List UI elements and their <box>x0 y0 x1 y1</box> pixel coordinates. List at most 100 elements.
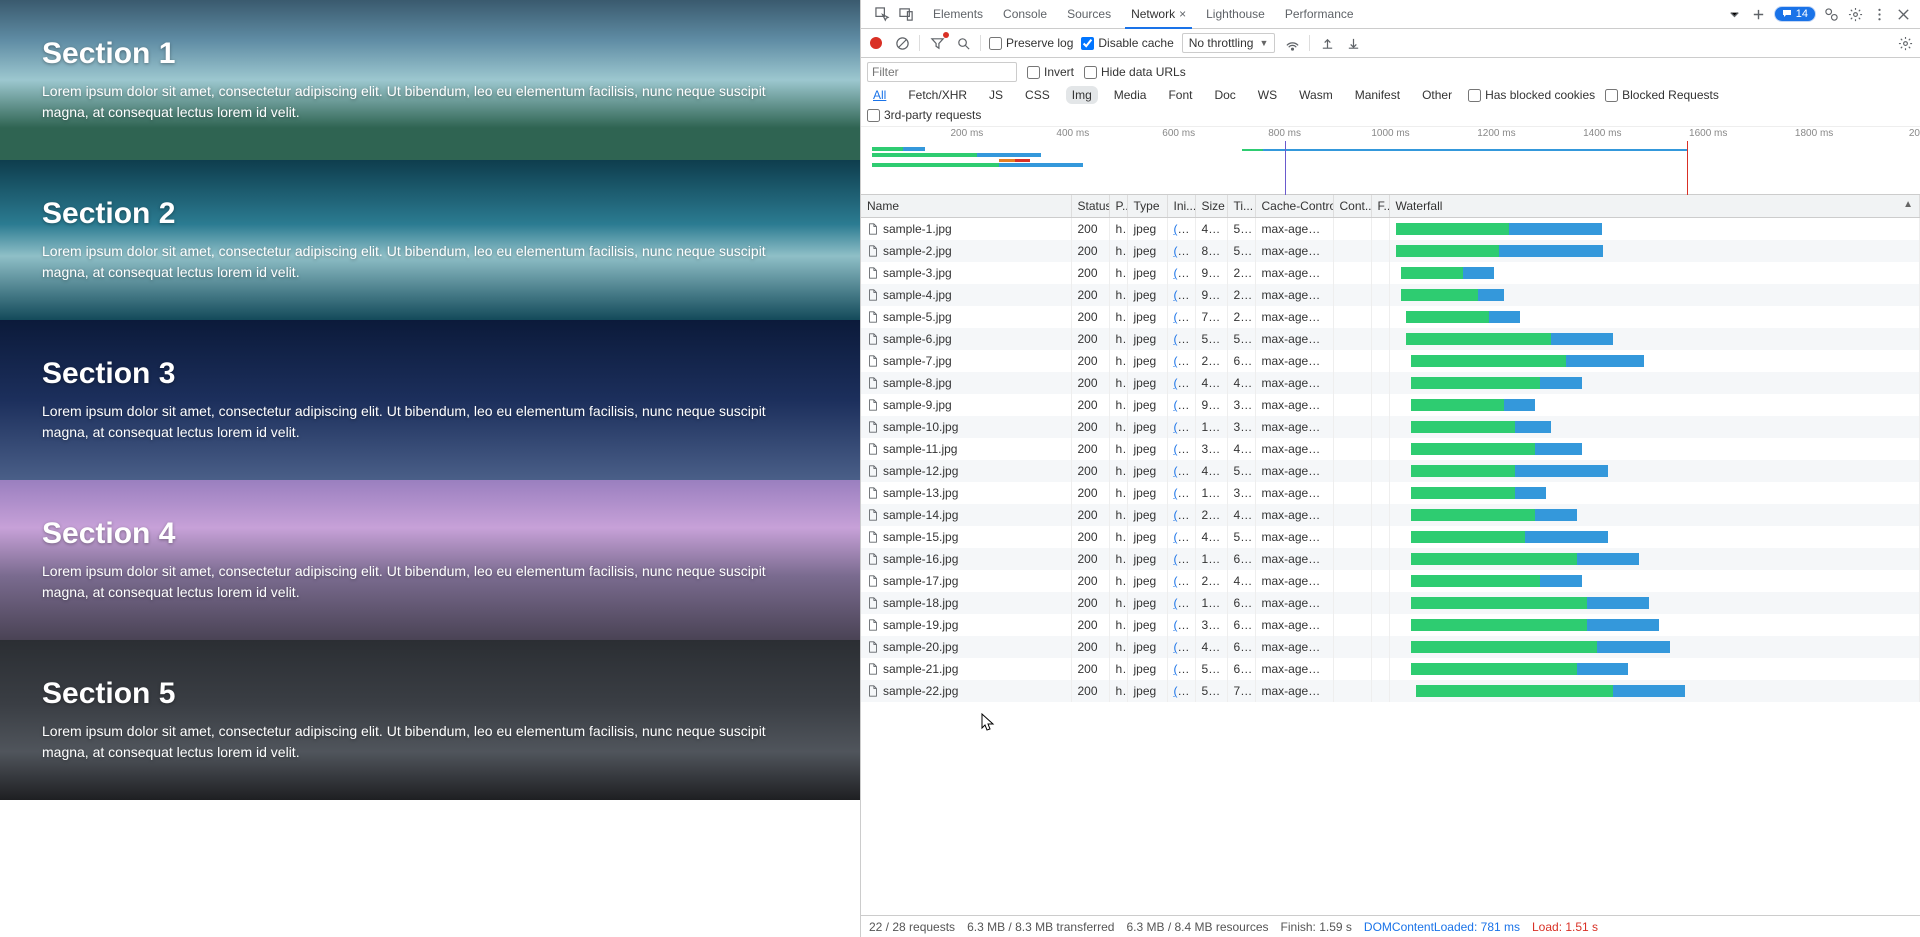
tab-lighthouse[interactable]: Lighthouse <box>1196 0 1275 28</box>
invert-checkbox[interactable]: Invert <box>1027 65 1074 79</box>
column-header[interactable]: Name <box>861 195 1071 218</box>
filter-pill-other[interactable]: Other <box>1416 86 1458 104</box>
kebab-menu-icon[interactable] <box>1870 5 1888 23</box>
request-row[interactable]: sample-6.jpg200h...jpeg(i...59...56...ma… <box>861 328 1920 350</box>
network-settings-icon[interactable] <box>1896 34 1914 52</box>
request-row[interactable]: sample-9.jpg200h...jpeg(i...92...30...ma… <box>861 394 1920 416</box>
request-row[interactable]: sample-7.jpg200h...jpeg(i...20...62...ma… <box>861 350 1920 372</box>
initiator-link[interactable]: (i... <box>1174 574 1191 588</box>
filter-toggle-icon[interactable] <box>928 34 946 52</box>
initiator-link[interactable]: (i... <box>1174 486 1191 500</box>
column-header[interactable]: Ini... <box>1167 195 1195 218</box>
request-row[interactable]: sample-17.jpg200h...jpeg(i...26...45...m… <box>861 570 1920 592</box>
initiator-link[interactable]: (i... <box>1174 244 1191 258</box>
column-header[interactable]: Cache-Control <box>1255 195 1333 218</box>
request-row[interactable]: sample-5.jpg200h...jpeg(i...76...26...ma… <box>861 306 1920 328</box>
search-icon[interactable] <box>954 34 972 52</box>
column-header[interactable]: P... <box>1109 195 1127 218</box>
export-har-icon[interactable] <box>1344 34 1362 52</box>
initiator-link[interactable]: (i... <box>1174 288 1191 302</box>
inspect-element-icon[interactable] <box>873 5 891 23</box>
clear-button[interactable] <box>893 34 911 52</box>
new-tab-icon[interactable] <box>1750 5 1768 23</box>
import-har-icon[interactable] <box>1318 34 1336 52</box>
disable-cache-checkbox[interactable]: Disable cache <box>1081 36 1173 50</box>
initiator-link[interactable]: (i... <box>1174 552 1191 566</box>
request-row[interactable]: sample-21.jpg200h...jpeg(i...51...60...m… <box>861 658 1920 680</box>
tab-console[interactable]: Console <box>993 0 1057 28</box>
column-header[interactable]: Waterfall▲ <box>1389 195 1920 218</box>
request-row[interactable]: sample-3.jpg200h...jpeg(i...90...26...ma… <box>861 262 1920 284</box>
filter-pill-js[interactable]: JS <box>983 86 1009 104</box>
preserve-log-checkbox[interactable]: Preserve log <box>989 36 1073 50</box>
filter-pill-ws[interactable]: WS <box>1252 86 1283 104</box>
tab-elements[interactable]: Elements <box>923 0 993 28</box>
tab-sources[interactable]: Sources <box>1057 0 1121 28</box>
initiator-link[interactable]: (i... <box>1174 464 1191 478</box>
column-header[interactable]: F... <box>1371 195 1389 218</box>
overlay-config-icon[interactable] <box>1822 5 1840 23</box>
initiator-link[interactable]: (i... <box>1174 332 1191 346</box>
column-header[interactable]: Type <box>1127 195 1167 218</box>
page-preview[interactable]: Section 1Lorem ipsum dolor sit amet, con… <box>0 0 860 937</box>
throttling-select[interactable]: No throttling▼ <box>1182 33 1276 53</box>
request-row[interactable]: sample-1.jpg200h...jpeg(i...40...54...ma… <box>861 218 1920 241</box>
network-overview[interactable]: 200 ms400 ms600 ms800 ms1000 ms1200 ms14… <box>861 127 1920 195</box>
request-row[interactable]: sample-12.jpg200h...jpeg(i...47...54...m… <box>861 460 1920 482</box>
initiator-link[interactable]: (i... <box>1174 310 1191 324</box>
more-tabs-icon[interactable] <box>1726 5 1744 23</box>
filter-pill-font[interactable]: Font <box>1162 86 1198 104</box>
request-row[interactable]: sample-2.jpg200h...jpeg(i...87...54...ma… <box>861 240 1920 262</box>
initiator-link[interactable]: (i... <box>1174 662 1191 676</box>
initiator-link[interactable]: (i... <box>1174 618 1191 632</box>
request-row[interactable]: sample-22.jpg200h...jpeg(i...58...73...m… <box>861 680 1920 702</box>
column-header[interactable]: Size <box>1195 195 1227 218</box>
initiator-link[interactable]: (i... <box>1174 508 1191 522</box>
device-toggle-icon[interactable] <box>897 5 915 23</box>
column-header[interactable]: Status <box>1071 195 1109 218</box>
request-row[interactable]: sample-14.jpg200h...jpeg(i...25...44...m… <box>861 504 1920 526</box>
network-table[interactable]: NameStatusP...TypeIni...SizeTi...Cache-C… <box>861 195 1920 915</box>
network-conditions-icon[interactable] <box>1283 34 1301 52</box>
hide-data-urls-checkbox[interactable]: Hide data URLs <box>1084 65 1186 79</box>
filter-pill-fetchxhr[interactable]: Fetch/XHR <box>902 86 973 104</box>
filter-pill-all[interactable]: All <box>867 86 892 104</box>
initiator-link[interactable]: (i... <box>1174 684 1191 698</box>
initiator-link[interactable]: (i... <box>1174 398 1191 412</box>
request-row[interactable]: sample-15.jpg200h...jpeg(i...47...55...m… <box>861 526 1920 548</box>
request-row[interactable]: sample-10.jpg200h...jpeg(i...14...35...m… <box>861 416 1920 438</box>
filter-pill-doc[interactable]: Doc <box>1208 86 1241 104</box>
initiator-link[interactable]: (i... <box>1174 442 1191 456</box>
third-party-checkbox[interactable]: 3rd-party requests <box>867 108 981 122</box>
initiator-link[interactable]: (i... <box>1174 354 1191 368</box>
request-row[interactable]: sample-18.jpg200h...jpeg(i...19...64...m… <box>861 592 1920 614</box>
blocked-requests-checkbox[interactable]: Blocked Requests <box>1605 88 1719 102</box>
column-header[interactable]: Ti... <box>1227 195 1255 218</box>
request-row[interactable]: sample-4.jpg200h...jpeg(i...97...25...ma… <box>861 284 1920 306</box>
request-row[interactable]: sample-20.jpg200h...jpeg(i...45...69...m… <box>861 636 1920 658</box>
initiator-link[interactable]: (i... <box>1174 530 1191 544</box>
messages-badge[interactable]: 14 <box>1774 6 1816 22</box>
request-row[interactable]: sample-19.jpg200h...jpeg(i...38...67...m… <box>861 614 1920 636</box>
settings-icon[interactable] <box>1846 5 1864 23</box>
filter-pill-css[interactable]: CSS <box>1019 86 1056 104</box>
record-button[interactable] <box>867 34 885 52</box>
filter-input[interactable] <box>867 62 1017 82</box>
initiator-link[interactable]: (i... <box>1174 376 1191 390</box>
column-header[interactable]: Cont... <box>1333 195 1371 218</box>
filter-pill-img[interactable]: Img <box>1066 86 1098 104</box>
request-row[interactable]: sample-8.jpg200h...jpeg(i...41...44...ma… <box>861 372 1920 394</box>
initiator-link[interactable]: (i... <box>1174 420 1191 434</box>
filter-pill-wasm[interactable]: Wasm <box>1293 86 1339 104</box>
tab-performance[interactable]: Performance <box>1275 0 1364 28</box>
filter-pill-manifest[interactable]: Manifest <box>1349 86 1406 104</box>
request-row[interactable]: sample-11.jpg200h...jpeg(i...35...43...m… <box>861 438 1920 460</box>
initiator-link[interactable]: (i... <box>1174 596 1191 610</box>
initiator-link[interactable]: (i... <box>1174 640 1191 654</box>
initiator-link[interactable]: (i... <box>1174 266 1191 280</box>
request-row[interactable]: sample-13.jpg200h...jpeg(i...12...35...m… <box>861 482 1920 504</box>
filter-pill-media[interactable]: Media <box>1108 86 1153 104</box>
close-tab-icon[interactable]: × <box>1179 7 1186 21</box>
close-devtools-icon[interactable] <box>1894 5 1912 23</box>
initiator-link[interactable]: (i... <box>1174 222 1191 236</box>
